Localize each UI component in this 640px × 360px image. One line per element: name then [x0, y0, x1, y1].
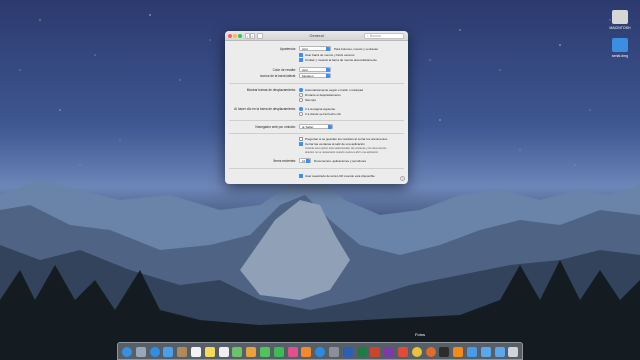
photos-icon[interactable] [246, 347, 257, 357]
browser-label: Navegador web por omisión: [255, 125, 296, 129]
click-spot-radio[interactable] [299, 112, 303, 116]
divider [229, 168, 404, 169]
sidebar-icons-select[interactable]: Mediano [299, 73, 331, 78]
itunes-icon[interactable] [287, 347, 298, 357]
calendar-icon[interactable] [191, 347, 201, 357]
browser-select[interactable]: ◉ Safari [299, 124, 333, 129]
onenote-icon[interactable] [384, 347, 395, 357]
scrollbars-scrolling-radio[interactable] [299, 93, 303, 97]
scroll-click-label: Al hacer clic en la barra de desplazamie… [234, 107, 296, 111]
powerpoint-icon[interactable] [370, 347, 381, 357]
divider [229, 120, 404, 121]
chevron-down-icon [326, 74, 330, 78]
word-icon[interactable] [342, 347, 353, 357]
scrollbars-always-label: Siempre [305, 98, 317, 102]
preferences-icon[interactable] [329, 347, 339, 357]
click-spot-label: Ir a donde se ha hecho clic [305, 112, 341, 116]
appstore-icon[interactable] [315, 347, 326, 357]
downloads-folder-icon[interactable] [494, 347, 505, 357]
desktop-icon-label: serial.dmg [611, 54, 629, 58]
close-windows-description-2: abiertos no se restaurarán cuando vuelva… [305, 150, 379, 154]
dark-menu-label: Usar barra de menús y Dock oscuros [305, 53, 355, 57]
hard-drive-icon [612, 10, 628, 24]
folder-icon [612, 38, 628, 52]
chevron-down-icon [326, 47, 330, 51]
appearance-select[interactable]: Azul [299, 46, 331, 51]
next-page-radio[interactable] [299, 107, 303, 111]
highlight-select[interactable]: Azul [299, 67, 331, 72]
browser-value: Safari [305, 125, 314, 129]
dock-tooltip: Fotos [414, 332, 425, 337]
lcd-smoothing-checkbox[interactable] [299, 174, 303, 178]
safari-icon[interactable] [149, 347, 160, 357]
firefox-icon[interactable] [425, 347, 436, 357]
chevron-down-icon [326, 68, 330, 72]
desktop-icon-label: MACINTOSH [609, 26, 631, 30]
sidebar-icons-label: Iconos de la barra lateral: [260, 74, 296, 78]
maps-icon[interactable] [232, 347, 243, 357]
appearance-label: Apariencia: [280, 47, 296, 51]
close-windows-checkbox[interactable] [299, 142, 303, 146]
lcd-smoothing-label: Usar suavizado de letra LCD cuando esté … [305, 174, 375, 178]
recent-items-label: Ítems recientes: [273, 159, 297, 163]
ask-save-label: Preguntar si se guardan los cambios al c… [305, 137, 388, 141]
scrollbars-always-radio[interactable] [299, 98, 303, 102]
close-windows-label: Cerrar las ventanas al salir de una apli… [305, 142, 365, 146]
finder-icon[interactable] [122, 347, 132, 357]
divider [229, 133, 404, 134]
sidebar-icons-value: Mediano [302, 74, 314, 78]
search-placeholder: Buscar [369, 34, 381, 38]
ask-save-checkbox[interactable] [299, 137, 303, 141]
messages-icon[interactable] [260, 347, 270, 357]
divider [229, 83, 404, 84]
highlight-label: Color de resalte: [272, 68, 296, 72]
trash-icon[interactable] [508, 347, 519, 357]
vlc-icon[interactable] [453, 347, 464, 357]
reminders-icon[interactable] [218, 347, 229, 357]
gmail-icon[interactable] [398, 347, 408, 357]
facetime-icon[interactable] [273, 347, 284, 357]
dock [117, 342, 523, 360]
auto-hide-menu-label: Ocultar y mostrar la barra de menús auto… [305, 58, 377, 62]
desktop: MACINTOSH serial.dmg ‹ › General ⌕ Busca… [0, 0, 640, 360]
appearance-value: Azul [302, 47, 308, 51]
scrollbars-auto-radio[interactable] [299, 88, 303, 92]
help-button[interactable]: ? [400, 176, 405, 181]
mail-icon[interactable] [163, 347, 174, 357]
scrollbars-scrolling-label: Durante el desplazamiento [305, 93, 341, 97]
launchpad-icon[interactable] [135, 347, 146, 357]
excel-icon[interactable] [356, 347, 367, 357]
general-preferences-window: ‹ › General ⌕ Buscar Apariencia: Azul Pa… [225, 31, 408, 184]
documents-folder-icon[interactable] [480, 347, 491, 357]
recent-items-note: Documentos, aplicaciones y servidores [314, 159, 367, 163]
highlight-value: Azul [302, 68, 308, 72]
desktop-icon-folder[interactable]: serial.dmg [600, 38, 640, 58]
chevron-down-icon [328, 125, 332, 129]
dark-menu-checkbox[interactable] [299, 53, 303, 57]
preview-icon[interactable] [467, 347, 477, 357]
terminal-icon[interactable] [439, 347, 450, 357]
scrollbars-label: Mostrar barras de desplazamiento: [246, 88, 296, 92]
scrollbars-auto-label: Automáticamente según el ratón o trackpa… [305, 88, 364, 92]
search-input[interactable]: ⌕ Buscar [364, 33, 404, 39]
desktop-icon-hd[interactable]: MACINTOSH [600, 10, 640, 30]
contacts-icon[interactable] [177, 347, 188, 357]
recent-items-value: 10 [302, 159, 306, 163]
next-page-label: Ir a la página siguiente [305, 107, 336, 111]
auto-hide-menu-checkbox[interactable] [299, 58, 303, 62]
chevron-down-icon [306, 159, 310, 163]
ibooks-icon[interactable] [301, 347, 312, 357]
recent-items-select[interactable]: 10 [299, 158, 311, 163]
chrome-icon[interactable] [411, 347, 422, 357]
notes-icon[interactable] [204, 347, 215, 357]
title-bar[interactable]: ‹ › General ⌕ Buscar [225, 31, 408, 41]
appearance-note: Para botones, menús y ventanas [334, 47, 378, 51]
